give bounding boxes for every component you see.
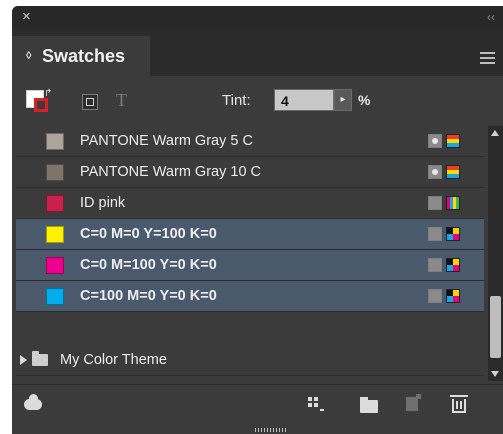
cc-libraries-cloud-icon[interactable] bbox=[24, 394, 42, 410]
folder-icon bbox=[32, 351, 48, 366]
process-color-icon bbox=[428, 227, 442, 241]
scroll-thumb[interactable] bbox=[490, 296, 501, 358]
swatch-name: PANTONE Warm Gray 10 C bbox=[80, 164, 262, 180]
new-swatch-icon[interactable] bbox=[406, 394, 421, 411]
trash-icon[interactable] bbox=[450, 395, 468, 413]
swatch-color-chip bbox=[46, 257, 64, 274]
process-color-icon bbox=[428, 289, 442, 303]
swap-icon[interactable]: ↱ bbox=[44, 88, 52, 99]
panel-menu-icon[interactable] bbox=[480, 52, 495, 64]
cmyk-mode-icon bbox=[446, 258, 460, 272]
stroke-swatch[interactable] bbox=[34, 98, 48, 112]
swatch-row-selected[interactable]: C=0 M=100 Y=0 K=0 bbox=[16, 250, 484, 281]
swatch-row[interactable]: ID pink bbox=[16, 188, 484, 219]
swatch-name: ID pink bbox=[80, 195, 126, 211]
swatch-row-selected[interactable]: C=100 M=0 Y=0 K=0 bbox=[16, 281, 484, 312]
swatch-color-chip bbox=[46, 226, 64, 243]
mixed-mode-icon bbox=[446, 196, 460, 210]
panel-title-bar: × ‹‹ bbox=[12, 6, 503, 28]
collapse-icon[interactable]: ‹‹ bbox=[487, 9, 495, 25]
spot-mode-icon bbox=[446, 134, 460, 148]
process-color-icon bbox=[428, 196, 442, 210]
swatch-name: C=0 M=0 Y=100 K=0 bbox=[80, 226, 217, 242]
swatch-color-chip bbox=[46, 195, 64, 212]
disclosure-triangle-icon[interactable] bbox=[20, 355, 27, 365]
swatch-controls: ↱ T Tint: 4 ▸ % bbox=[12, 76, 503, 124]
cmyk-mode-icon bbox=[446, 289, 460, 303]
swatch-name: C=100 M=0 Y=0 K=0 bbox=[80, 288, 217, 304]
expand-collapse-icon[interactable]: ◊ bbox=[26, 36, 31, 76]
tint-label: Tint: bbox=[222, 92, 251, 109]
tab-row: ◊ Swatches bbox=[12, 28, 503, 76]
tab-swatches-label: Swatches bbox=[42, 46, 126, 66]
panel-footer bbox=[12, 384, 503, 425]
spot-color-icon bbox=[428, 165, 442, 179]
tint-input[interactable]: 4 bbox=[274, 89, 334, 111]
fill-stroke-icon[interactable]: ↱ bbox=[26, 88, 52, 116]
swatch-row[interactable]: PANTONE Warm Gray 5 C bbox=[16, 126, 484, 157]
spot-color-icon bbox=[428, 134, 442, 148]
scroll-up-icon[interactable] bbox=[491, 130, 499, 136]
tab-swatches[interactable]: ◊ Swatches bbox=[12, 36, 150, 76]
swatch-list: PANTONE Warm Gray 5 C PANTONE Warm Gray … bbox=[16, 126, 484, 381]
swatch-row-selected[interactable]: C=0 M=0 Y=100 K=0 bbox=[16, 219, 484, 250]
spot-mode-icon bbox=[446, 165, 460, 179]
resize-grip[interactable] bbox=[255, 428, 287, 432]
swatch-color-chip bbox=[46, 288, 64, 305]
swatch-name: PANTONE Warm Gray 5 C bbox=[80, 133, 253, 149]
swatch-color-chip bbox=[46, 133, 64, 150]
color-group-row[interactable]: My Color Theme bbox=[16, 345, 484, 376]
scrollbar[interactable] bbox=[488, 126, 503, 381]
cmyk-mode-icon bbox=[446, 227, 460, 241]
tint-percent-label: % bbox=[358, 92, 371, 108]
formatting-container-icon[interactable] bbox=[82, 94, 98, 110]
tint-slider-button[interactable]: ▸ bbox=[334, 89, 352, 111]
formatting-text-icon[interactable]: T bbox=[116, 90, 127, 111]
swatches-panel: × ‹‹ ◊ Swatches ↱ T Tint: 4 ▸ % PANTONE … bbox=[12, 6, 503, 434]
show-swatch-kinds-icon[interactable] bbox=[308, 397, 324, 413]
color-group-name: My Color Theme bbox=[60, 352, 167, 368]
close-icon[interactable]: × bbox=[22, 8, 31, 26]
process-color-icon bbox=[428, 258, 442, 272]
swatch-color-chip bbox=[46, 164, 64, 181]
swatch-name: C=0 M=100 Y=0 K=0 bbox=[80, 257, 217, 273]
scroll-down-icon[interactable] bbox=[491, 371, 499, 377]
swatch-row[interactable]: PANTONE Warm Gray 10 C bbox=[16, 157, 484, 188]
new-color-group-icon[interactable] bbox=[360, 397, 378, 413]
